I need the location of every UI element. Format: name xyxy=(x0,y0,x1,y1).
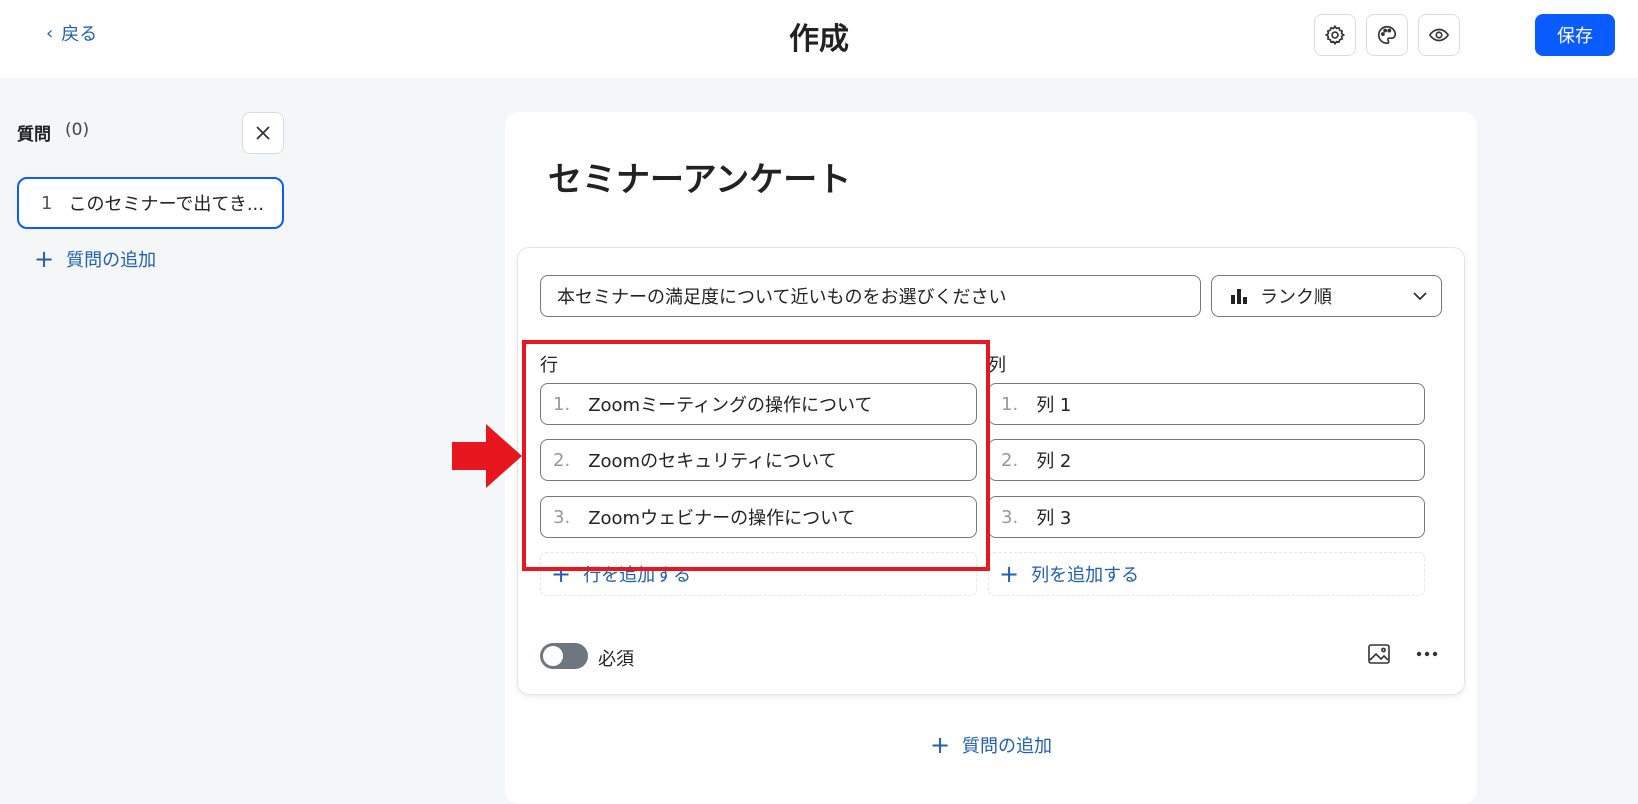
add-column-label: 列を追加する xyxy=(1031,565,1140,586)
column-number: 1. xyxy=(1001,393,1019,415)
columns-label: 列 xyxy=(988,355,1006,376)
plus-icon: + xyxy=(929,731,951,759)
more-options-button[interactable] xyxy=(1409,636,1445,672)
theme-button[interactable] xyxy=(1366,14,1408,56)
column-text: 列 1 xyxy=(1036,395,1072,416)
more-horizontal-icon xyxy=(1416,651,1438,657)
required-toggle[interactable] xyxy=(540,643,588,669)
question-count: (0) xyxy=(65,120,90,140)
add-column-button[interactable]: + 列を追加する xyxy=(988,552,1425,596)
question-type-label: ランク順 xyxy=(1260,287,1332,308)
sidebar-question-number: 1 xyxy=(41,192,53,214)
plus-icon: + xyxy=(34,245,55,273)
column-text: 列 3 xyxy=(1036,508,1072,529)
gear-icon xyxy=(1324,24,1346,46)
column-option[interactable]: 3. 列 3 xyxy=(988,496,1425,538)
sidebar-question-text: このセミナーで出てき... xyxy=(68,194,264,215)
preview-button[interactable] xyxy=(1418,14,1460,56)
close-sidebar-button[interactable] xyxy=(242,112,284,154)
column-number: 2. xyxy=(1001,449,1019,471)
column-option[interactable]: 2. 列 2 xyxy=(988,439,1425,481)
add-question-button[interactable]: + 質問の追加 xyxy=(505,732,1477,758)
survey-title[interactable]: セミナーアンケート xyxy=(548,152,851,201)
bar-chart-icon xyxy=(1231,289,1247,304)
required-label: 必須 xyxy=(598,649,634,670)
chevron-down-icon xyxy=(1413,292,1427,301)
close-icon xyxy=(256,126,270,140)
image-icon xyxy=(1368,644,1390,664)
palette-icon xyxy=(1378,25,1397,45)
add-question-label: 質問の追加 xyxy=(962,736,1053,757)
sidebar-header: 質問 (0) xyxy=(17,120,89,145)
eye-icon xyxy=(1428,28,1450,42)
column-text: 列 2 xyxy=(1036,451,1072,472)
column-number: 3. xyxy=(1001,506,1019,528)
sidebar-title: 質問 xyxy=(17,125,51,145)
plus-icon: + xyxy=(999,560,1020,588)
add-image-button[interactable] xyxy=(1361,636,1397,672)
sidebar-add-question-button[interactable]: + 質問の追加 xyxy=(34,246,156,272)
save-button[interactable]: 保存 xyxy=(1535,14,1615,56)
sidebar-add-label: 質問の追加 xyxy=(66,250,157,271)
highlight-annotation-box xyxy=(522,340,990,571)
question-text-input[interactable]: 本セミナーの満足度について近いものをお選びください xyxy=(540,275,1201,317)
settings-button[interactable] xyxy=(1314,14,1356,56)
question-type-select[interactable]: ランク順 xyxy=(1211,275,1442,317)
red-arrow-annotation xyxy=(452,424,522,488)
column-option[interactable]: 1. 列 1 xyxy=(988,383,1425,425)
top-bar: ‹ 戻る 作成 保存 xyxy=(0,0,1638,78)
toggle-knob xyxy=(543,646,563,666)
sidebar-question-item[interactable]: 1 このセミナーで出てき... xyxy=(17,177,284,229)
